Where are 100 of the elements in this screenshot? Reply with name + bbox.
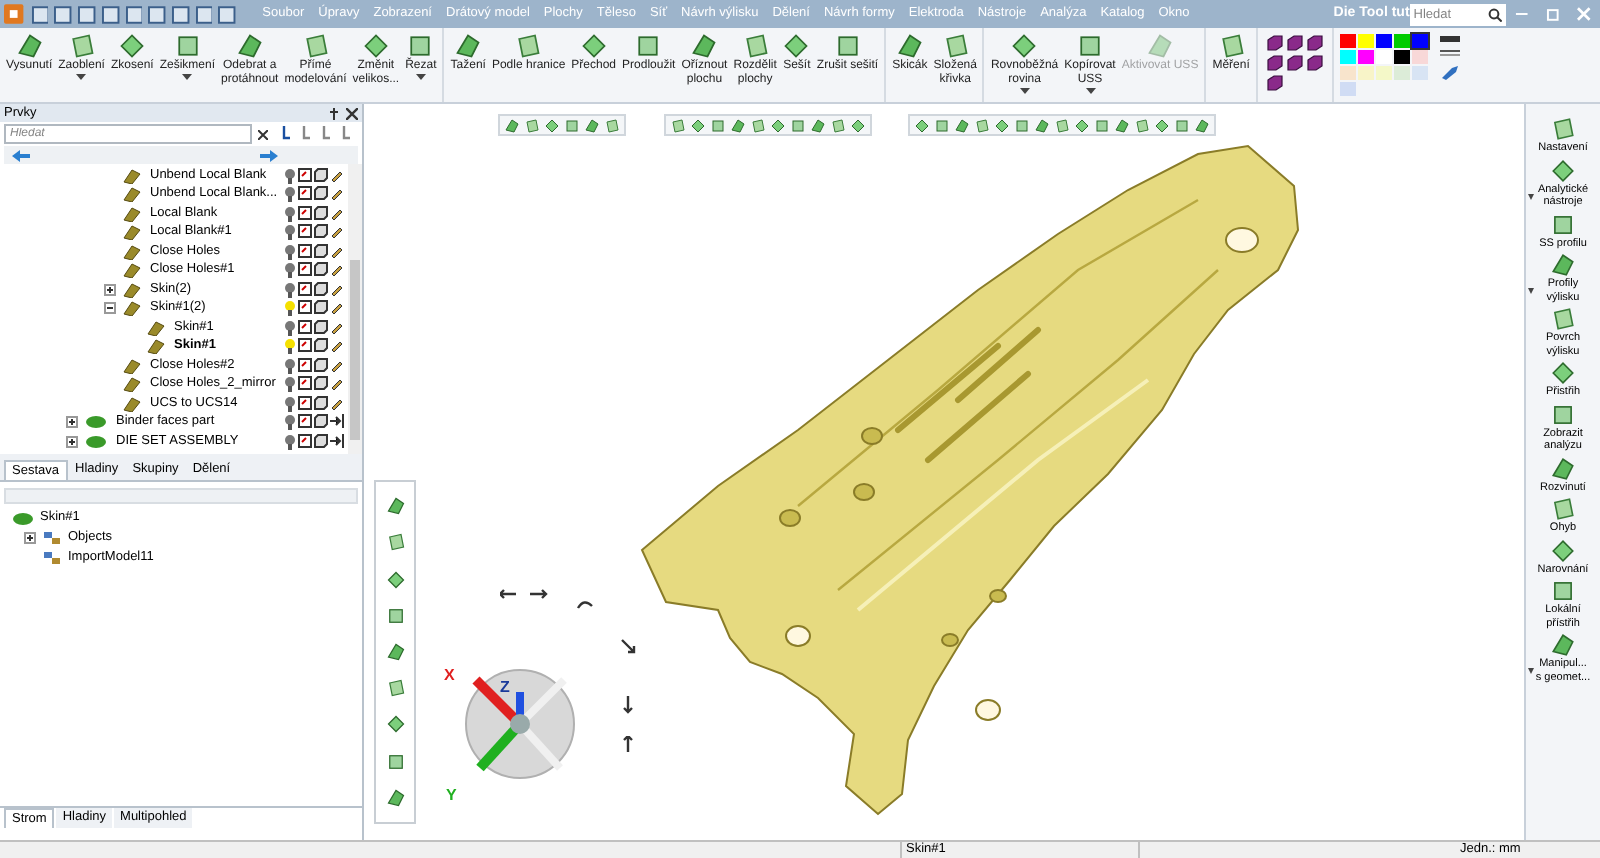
display-icon <box>298 167 312 182</box>
part-icon <box>84 433 108 450</box>
color-swatch[interactable] <box>1357 34 1374 48</box>
toolbar-icon[interactable] <box>385 532 405 553</box>
display-icon <box>298 300 312 315</box>
color-swatch[interactable] <box>1357 66 1374 80</box>
display-icon <box>298 205 312 220</box>
tool-icon <box>361 32 390 60</box>
toolbar-icon[interactable] <box>385 496 405 517</box>
caret-icon <box>76 74 87 80</box>
display-icon <box>298 357 312 372</box>
close-icon <box>346 107 358 119</box>
display-icon <box>298 395 312 410</box>
color-swatch[interactable] <box>1375 66 1392 80</box>
view-cube-sphere-drawing[interactable] <box>465 669 575 779</box>
display-icon <box>298 319 312 334</box>
close-icon <box>1576 6 1593 22</box>
tool-icon <box>1146 32 1175 60</box>
tool-icon <box>1550 401 1576 427</box>
pin-icon <box>328 107 340 119</box>
display-icon <box>298 281 312 296</box>
tool-icon <box>579 32 608 60</box>
scrollbar[interactable] <box>348 164 362 454</box>
tool-icon <box>782 32 811 60</box>
axis-label: Z <box>500 676 510 700</box>
tool-icon <box>1217 32 1246 60</box>
object-icon <box>42 550 62 566</box>
part-icon <box>12 511 34 525</box>
caret-icon <box>1527 193 1533 199</box>
color-swatch[interactable] <box>1375 50 1392 64</box>
tool-icon <box>895 32 924 60</box>
color-swatch[interactable] <box>1357 50 1374 64</box>
tool-icon <box>941 32 970 60</box>
color-swatch[interactable] <box>1339 34 1356 48</box>
arrow-icon <box>620 736 638 754</box>
color-swatch[interactable] <box>1339 82 1356 96</box>
display-icon <box>298 224 312 239</box>
caret-icon <box>182 74 193 80</box>
tool-icon <box>1550 116 1576 142</box>
object-icon <box>42 530 62 546</box>
toolbar-icon[interactable] <box>385 641 405 662</box>
toolbar-icon[interactable] <box>385 751 405 772</box>
tool-icon <box>514 32 543 60</box>
tool-icon <box>1550 496 1576 522</box>
caret-icon <box>1527 668 1533 674</box>
toolbar-icon[interactable] <box>385 787 405 808</box>
color-swatch[interactable] <box>1393 50 1410 64</box>
expand-icon[interactable] <box>66 416 78 429</box>
tool-icon <box>1010 32 1039 60</box>
display-icon <box>298 414 312 429</box>
caret-icon <box>1019 88 1030 94</box>
tool-icon <box>1550 306 1576 332</box>
tool-icon <box>235 32 264 60</box>
caret-icon <box>1085 88 1095 94</box>
expand-icon[interactable] <box>24 532 36 544</box>
tool-icon <box>173 32 202 60</box>
tool-icon <box>406 32 435 60</box>
tool-icon <box>634 32 663 60</box>
tool-icon <box>301 32 330 60</box>
tool-icon <box>1550 537 1576 563</box>
expand-icon[interactable] <box>66 435 78 448</box>
color-swatch[interactable] <box>1411 50 1428 64</box>
right-arrow-icon <box>260 149 278 161</box>
color-swatch[interactable] <box>1339 50 1356 64</box>
arrow-icon <box>620 696 638 714</box>
collapse-icon[interactable] <box>104 302 116 315</box>
display-icon <box>298 376 312 391</box>
tool-icon <box>741 32 770 60</box>
tool-icon <box>1076 32 1104 60</box>
display-icon <box>298 433 312 448</box>
color-swatch[interactable] <box>1339 66 1356 80</box>
tool-icon <box>15 32 44 60</box>
color-swatch[interactable] <box>1375 34 1392 48</box>
axis-label: Y <box>446 784 457 808</box>
color-swatch[interactable] <box>1393 34 1410 48</box>
display-icon <box>298 243 312 258</box>
toolbar-icon[interactable] <box>385 678 405 699</box>
tool-icon <box>1550 252 1576 278</box>
tool-icon <box>1550 455 1576 481</box>
tool-icon <box>118 32 147 60</box>
tool-icon <box>1550 157 1576 183</box>
clear-icon[interactable] <box>258 129 268 139</box>
display-icon <box>298 338 312 353</box>
restore-icon <box>1545 6 1561 22</box>
caret-icon <box>415 74 426 80</box>
scrollbar-thumb[interactable] <box>350 260 360 440</box>
toolbar-icon[interactable] <box>385 714 405 735</box>
toolbar-icon[interactable] <box>385 605 405 626</box>
left-arrow-icon <box>12 149 30 161</box>
toolbar-icon[interactable] <box>385 569 405 590</box>
tool-icon <box>454 32 483 60</box>
brush-icon <box>1439 64 1460 80</box>
color-swatch[interactable] <box>1411 66 1428 80</box>
search-button[interactable] <box>1485 3 1506 25</box>
part-icon <box>84 414 108 431</box>
color-swatch[interactable] <box>1411 34 1428 48</box>
caret-icon <box>1527 288 1533 294</box>
color-swatch[interactable] <box>1393 66 1410 80</box>
line-style-icon <box>1439 36 1460 42</box>
expand-icon[interactable] <box>104 283 116 296</box>
